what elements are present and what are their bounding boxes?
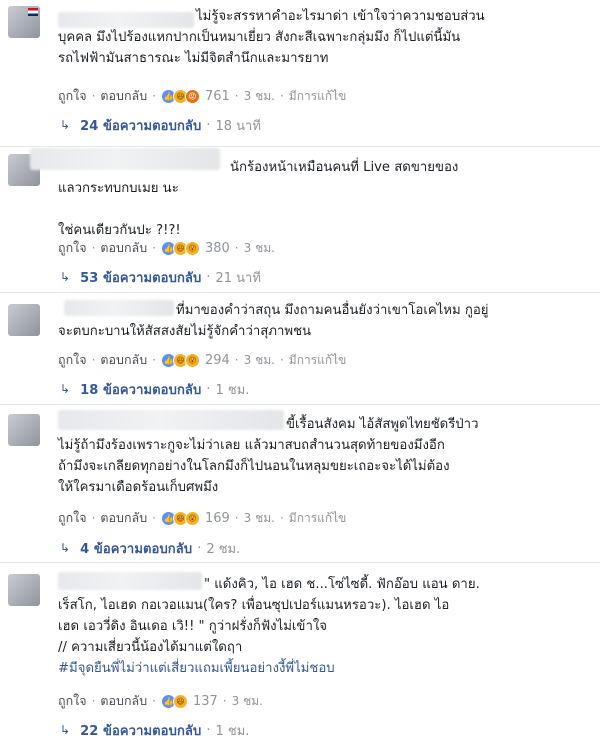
reply-link[interactable]: ตอบกลับ	[100, 350, 147, 370]
view-replies-link[interactable]: ↳ 53 ข้อความตอบกลับ · 21 นาที	[58, 267, 261, 287]
haha-reaction-icon: 😆	[172, 693, 188, 709]
reactions[interactable]: 👍 😆 😮	[160, 240, 200, 256]
reactions[interactable]: 👍 😆	[160, 693, 188, 709]
hashtag-link[interactable]: #มีจุดยืนพี่ไม่ว่าแต่เสี่ยวแถมเพี้ยนอย่า…	[58, 661, 335, 676]
edited-label[interactable]: มีการแก้ไข	[289, 87, 347, 106]
comment-time[interactable]: 3 ชม.	[244, 239, 275, 258]
view-replies-link[interactable]: ↳ 18 ข้อความตอบกลับ · 1 ชม.	[58, 379, 249, 399]
reply-count[interactable]: 4 ข้อความตอบกลับ	[80, 538, 192, 559]
reply-time: 18 นาที	[215, 118, 261, 134]
reaction-count[interactable]: 169	[205, 511, 230, 526]
reaction-count[interactable]: 761	[205, 89, 230, 104]
comment-time[interactable]: 3 ชม.	[232, 692, 263, 711]
wow-reaction-icon: 😮	[184, 352, 200, 368]
reply-time: 1 ชม.	[215, 723, 250, 739]
comment-text: ไม่รู้จะสรรหาคำอะไรมาด่า เข้าใจว่าความชอ…	[58, 9, 485, 66]
comment: ที่มาของคำว่าสถุน มึงถามคนอื่นยังว่าเขาโ…	[0, 292, 600, 404]
comment: " แด้งคิว, ไอ เฮด ช...โซ่ไซดี้. ฟักอ๊อบ …	[0, 562, 600, 747]
reply-link[interactable]: ตอบกลับ	[100, 238, 147, 258]
comment-time[interactable]: 3 ชม.	[244, 351, 275, 370]
reply-link[interactable]: ตอบกลับ	[100, 508, 147, 528]
comment: นักร้องหน้าเหมือนคนที่ Live สดขายของ แลว…	[0, 146, 600, 294]
view-replies-link[interactable]: ↳ 22 ข้อความตอบกลับ · 1 ชม.	[58, 720, 249, 740]
avatar[interactable]	[8, 304, 40, 336]
wow-reaction-icon: 😮	[184, 240, 200, 256]
angry-reaction-icon: 😡	[184, 88, 200, 104]
reactions[interactable]: 👍 😆 😡	[160, 88, 200, 104]
comment-actions: ถูกใจ · ตอบกลับ · 👍 😆 😡 761 · 3 ชม. · มี…	[58, 86, 346, 106]
like-link[interactable]: ถูกใจ	[58, 691, 87, 711]
view-replies-link[interactable]: ↳ 4 ข้อความตอบกลับ · 2 ชม.	[58, 538, 240, 558]
comment: ขี้เรื้อนสังคม ไอ้สัสพูดไทยชัดรีป่าว ไม่…	[0, 404, 600, 564]
like-link[interactable]: ถูกใจ	[58, 350, 87, 370]
reply-time: 1 ชม.	[215, 382, 250, 398]
flag-icon	[28, 8, 38, 16]
comment-actions: ถูกใจ · ตอบกลับ · 👍 😆 😮 169 · 3 ชม. · มี…	[58, 508, 346, 528]
reply-count[interactable]: 22 ข้อความตอบกลับ	[80, 720, 201, 741]
comment-text: " แด้งคิว, ไอ เฮด ช...โซ่ไซดี้. ฟักอ๊อบ …	[58, 577, 480, 676]
reaction-count[interactable]: 380	[205, 241, 230, 256]
reply-arrow-icon: ↳	[60, 723, 71, 737]
reply-arrow-icon: ↳	[60, 541, 71, 555]
edited-label[interactable]: มีการแก้ไข	[289, 351, 347, 370]
comment-actions: ถูกใจ · ตอบกลับ · 👍 😆 😮 380 · 3 ชม.	[58, 238, 275, 258]
wow-reaction-icon: 😮	[184, 510, 200, 526]
edited-label[interactable]: มีการแก้ไข	[289, 509, 347, 528]
comment-text: ที่มาของคำว่าสถุน มึงถามคนอื่นยังว่าเขาโ…	[58, 303, 489, 339]
comment-text: ขี้เรื้อนสังคม ไอ้สัสพูดไทยชัดรีป่าว ไม่…	[58, 417, 479, 495]
comment-time[interactable]: 3 ชม.	[244, 509, 275, 528]
like-link[interactable]: ถูกใจ	[58, 238, 87, 258]
reply-link[interactable]: ตอบกลับ	[100, 86, 147, 106]
like-link[interactable]: ถูกใจ	[58, 508, 87, 528]
reactions[interactable]: 👍 😆 😮	[160, 510, 200, 526]
comment-text: นักร้องหน้าเหมือนคนที่ Live สดขายของ แลว…	[58, 160, 459, 238]
reply-count[interactable]: 24 ข้อความตอบกลับ	[80, 115, 201, 136]
view-replies-link[interactable]: ↳ 24 ข้อความตอบกลับ · 18 นาที	[58, 115, 261, 135]
reply-link[interactable]: ตอบกลับ	[100, 691, 147, 711]
reactions[interactable]: 👍 😆 😮	[160, 352, 200, 368]
avatar[interactable]	[8, 574, 40, 606]
comment: ไม่รู้จะสรรหาคำอะไรมาด่า เข้าใจว่าความชอ…	[0, 0, 600, 148]
reply-count[interactable]: 53 ข้อความตอบกลับ	[80, 267, 201, 288]
reply-time: 2 ชม.	[206, 541, 241, 557]
reply-arrow-icon: ↳	[60, 270, 71, 284]
reply-arrow-icon: ↳	[60, 118, 71, 132]
comment-actions: ถูกใจ · ตอบกลับ · 👍 😆 😮 294 · 3 ชม. · มี…	[58, 350, 346, 370]
like-link[interactable]: ถูกใจ	[58, 86, 87, 106]
reaction-count[interactable]: 137	[193, 694, 218, 709]
comment-actions: ถูกใจ · ตอบกลับ · 👍 😆 137 · 3 ชม.	[58, 691, 263, 711]
comment-thread: ไม่รู้จะสรรหาคำอะไรมาด่า เข้าใจว่าความชอ…	[0, 0, 600, 747]
reply-count[interactable]: 18 ข้อความตอบกลับ	[80, 379, 201, 400]
avatar[interactable]	[8, 414, 40, 446]
comment-time[interactable]: 3 ชม.	[244, 87, 275, 106]
avatar[interactable]	[8, 6, 40, 38]
reaction-count[interactable]: 294	[205, 353, 230, 368]
reply-arrow-icon: ↳	[60, 382, 71, 396]
reply-time: 21 นาที	[215, 270, 261, 286]
